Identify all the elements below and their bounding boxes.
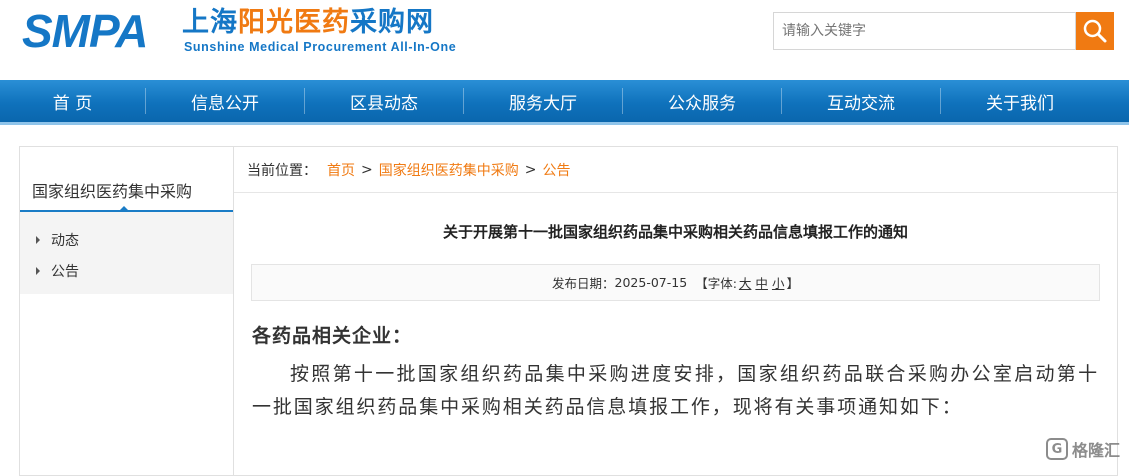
sidebar: 国家组织医药集中采购 动态 公告 xyxy=(19,146,234,476)
breadcrumb-link-home[interactable]: 首页 xyxy=(327,160,355,180)
sidebar-list: 动态 公告 xyxy=(20,212,233,294)
font-size-medium-link[interactable]: 中 xyxy=(755,273,768,292)
article-body: 各药品相关企业： 按照第十一批国家组织药品集中采购进度安排，国家组织药品联合采购… xyxy=(234,321,1117,424)
breadcrumb-label: 当前位置： xyxy=(247,162,317,179)
publish-date: 2025-07-15 xyxy=(614,275,688,290)
caret-right-icon xyxy=(36,266,40,275)
logo-cn-text: 上海阳光医药采购网 xyxy=(182,7,434,38)
sidebar-title-arrow-icon xyxy=(118,206,130,212)
search-button[interactable] xyxy=(1076,12,1114,50)
caret-right-icon xyxy=(36,235,40,244)
nav-item-info-public[interactable]: 信息公开 xyxy=(146,80,304,122)
article-title: 关于开展第十一批国家组织药品集中采购相关药品信息填报工作的通知 xyxy=(442,223,908,241)
nav-item-public-service[interactable]: 公众服务 xyxy=(623,80,781,122)
main-content: 当前位置： 首页 > 国家组织医药集中采购 > 公告 关于开展第十一批国家组织药… xyxy=(234,146,1118,476)
article-salutation: 各药品相关企业： xyxy=(252,325,413,347)
main-nav: 首 页信息公开 区县动态 服务大厅 公众服务 互动交流 关于我们 xyxy=(0,80,1129,125)
breadcrumb-separator: > xyxy=(361,161,373,178)
site-header: SMPA 上海阳光医药采购网 Sunshine Medical Procurem… xyxy=(0,0,1129,80)
nav-item-about-us[interactable]: 关于我们 xyxy=(941,80,1099,122)
font-size-label: 【字体: xyxy=(695,276,737,291)
nav-item-interaction[interactable]: 互动交流 xyxy=(782,80,940,122)
breadcrumb-separator: > xyxy=(524,161,537,178)
search-icon xyxy=(1083,19,1107,43)
article-meta: 发布日期： 2025-07-15 【字体: 大 中 小 】 xyxy=(251,264,1100,301)
breadcrumb-link-announcement[interactable]: 公告 xyxy=(542,160,570,180)
logo-en-text: Sunshine Medical Procurement All-In-One xyxy=(184,40,457,54)
sidebar-title: 国家组织医药集中采购 xyxy=(20,147,233,212)
publish-date-label: 发布日期： xyxy=(552,276,615,291)
nav-item-home[interactable]: 首 页 xyxy=(0,80,145,122)
breadcrumb-link-category[interactable]: 国家组织医药集中采购 xyxy=(379,160,519,180)
nav-item-district-news[interactable]: 区县动态 xyxy=(305,80,463,122)
search-input[interactable] xyxy=(773,12,1076,50)
watermark-logo-icon: G xyxy=(1046,438,1068,460)
site-logo[interactable]: SMPA 上海阳光医药采购网 Sunshine Medical Procurem… xyxy=(22,6,482,56)
breadcrumb: 当前位置： 首页 > 国家组织医药集中采购 > 公告 xyxy=(234,147,1117,193)
font-size-close: 】 xyxy=(786,276,799,291)
font-size-large-link[interactable]: 大 xyxy=(739,273,752,292)
font-size-small-link[interactable]: 小 xyxy=(772,273,785,292)
sidebar-item-announcement[interactable]: 公告 xyxy=(20,255,233,286)
nav-item-service-hall[interactable]: 服务大厅 xyxy=(464,80,622,122)
article-paragraph: 按照第十一批国家组织药品集中采购进度安排，国家组织药品联合采购办公室启动第十一批… xyxy=(252,363,1099,418)
sidebar-item-news[interactable]: 动态 xyxy=(20,224,233,255)
watermark: G 格隆汇 xyxy=(1046,437,1120,461)
logo-smpa-text: SMPA xyxy=(22,5,148,57)
